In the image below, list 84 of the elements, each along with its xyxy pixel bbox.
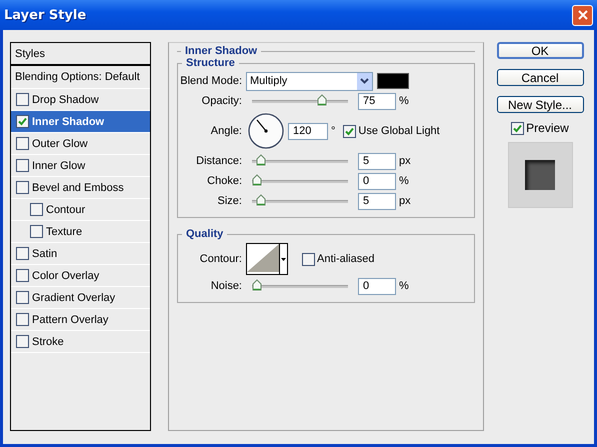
checkbox[interactable] [16,291,29,304]
item-label: Pattern Overlay [32,314,108,326]
unit-label: px [399,155,411,167]
checkbox[interactable] [302,252,315,266]
unit-label: ° [331,125,336,137]
checkbox[interactable] [343,124,356,138]
checkbox[interactable] [16,115,29,128]
checkbox-label: Anti-aliased [317,253,374,265]
group-title: Quality [185,228,224,240]
item-label: Outer Glow [32,138,88,150]
triangle-down-icon[interactable] [281,258,286,260]
close-button[interactable] [572,4,593,26]
chevron-down-icon[interactable] [360,78,369,84]
item-label: Inner Shadow [32,116,104,128]
value-field[interactable]: 5 [358,192,396,210]
list-item[interactable]: Color Overlay [11,265,150,287]
slider-thumb[interactable] [256,154,266,166]
slider-thumb[interactable] [256,194,266,206]
field-label: Noise: [210,280,243,292]
checkbox[interactable] [30,203,43,216]
list-item[interactable]: Outer Glow [11,133,150,155]
checkbox[interactable] [16,269,29,282]
unit-label: % [399,280,409,292]
group-title: Structure [185,57,236,69]
checkbox[interactable] [16,137,29,150]
preview-square [525,160,555,190]
contour-picker[interactable] [246,243,288,275]
dialog-button[interactable]: Cancel [496,69,584,86]
checkbox[interactable] [16,313,29,326]
field-label: Opacity: [200,95,243,107]
list-item[interactable]: Contour [11,199,150,221]
dialog-button[interactable]: OK [496,42,584,59]
slider-thumb[interactable] [252,174,262,186]
list-item[interactable]: Stroke [11,331,150,353]
close-icon[interactable] [578,10,588,20]
field-label: Choke: [206,175,243,187]
field-label: Size: [216,195,243,207]
list-item[interactable]: Bevel and Emboss [11,177,150,199]
list-item[interactable]: Blending Options: Default [11,66,150,89]
color-swatch[interactable] [377,73,409,89]
unit-label: % [399,95,409,107]
item-label: Drop Shadow [32,94,99,106]
item-label: Contour [46,204,86,216]
slider-thumb[interactable] [252,278,262,290]
value-field[interactable]: 5 [358,152,396,170]
checkbox[interactable] [16,181,29,194]
value-field[interactable]: 0 [358,278,396,294]
checkbox[interactable] [16,247,29,260]
list-item[interactable]: Inner Shadow [11,111,150,133]
blend-mode-dropdown[interactable]: Multiply [246,72,373,90]
checkbox-label: Use Global Light [358,125,440,137]
field-label: Angle: [210,125,243,137]
unit-label: px [399,195,411,207]
field-label: Blend Mode: [179,75,243,87]
item-label: Satin [32,248,58,260]
value-field[interactable]: 120 [288,122,328,140]
list-item[interactable]: Satin [11,243,150,265]
unit-label: % [399,175,409,187]
list-item[interactable]: Inner Glow [11,155,150,177]
field-label: Contour: [198,253,243,265]
checkbox[interactable] [16,93,29,106]
item-label: Gradient Overlay [32,292,116,304]
dialog-button[interactable]: New Style... [496,96,584,113]
item-label: Color Overlay [32,270,100,282]
angle-dial[interactable] [247,112,285,150]
window-title: Layer Style [4,8,86,22]
item-label: Texture [46,226,82,238]
checkbox[interactable] [16,335,29,348]
item-label: Inner Glow [32,160,86,172]
value-field[interactable]: 0 [358,172,396,190]
slider-thumb[interactable] [316,94,326,106]
item-label: Bevel and Emboss [32,182,124,194]
checkbox[interactable] [16,159,29,172]
list-item[interactable]: Gradient Overlay [11,287,150,309]
list-item[interactable]: Pattern Overlay [11,309,150,331]
list-item[interactable]: Texture [11,221,150,243]
field-label: Distance: [195,155,243,167]
checkbox[interactable] [511,122,524,134]
checkbox[interactable] [30,225,43,238]
item-label: Stroke [32,336,64,348]
value-field[interactable]: 75 [358,92,396,110]
section-title: Inner Shadow [184,45,258,57]
list-item[interactable]: Styles [11,43,150,66]
checkbox-label: Preview [526,121,569,135]
